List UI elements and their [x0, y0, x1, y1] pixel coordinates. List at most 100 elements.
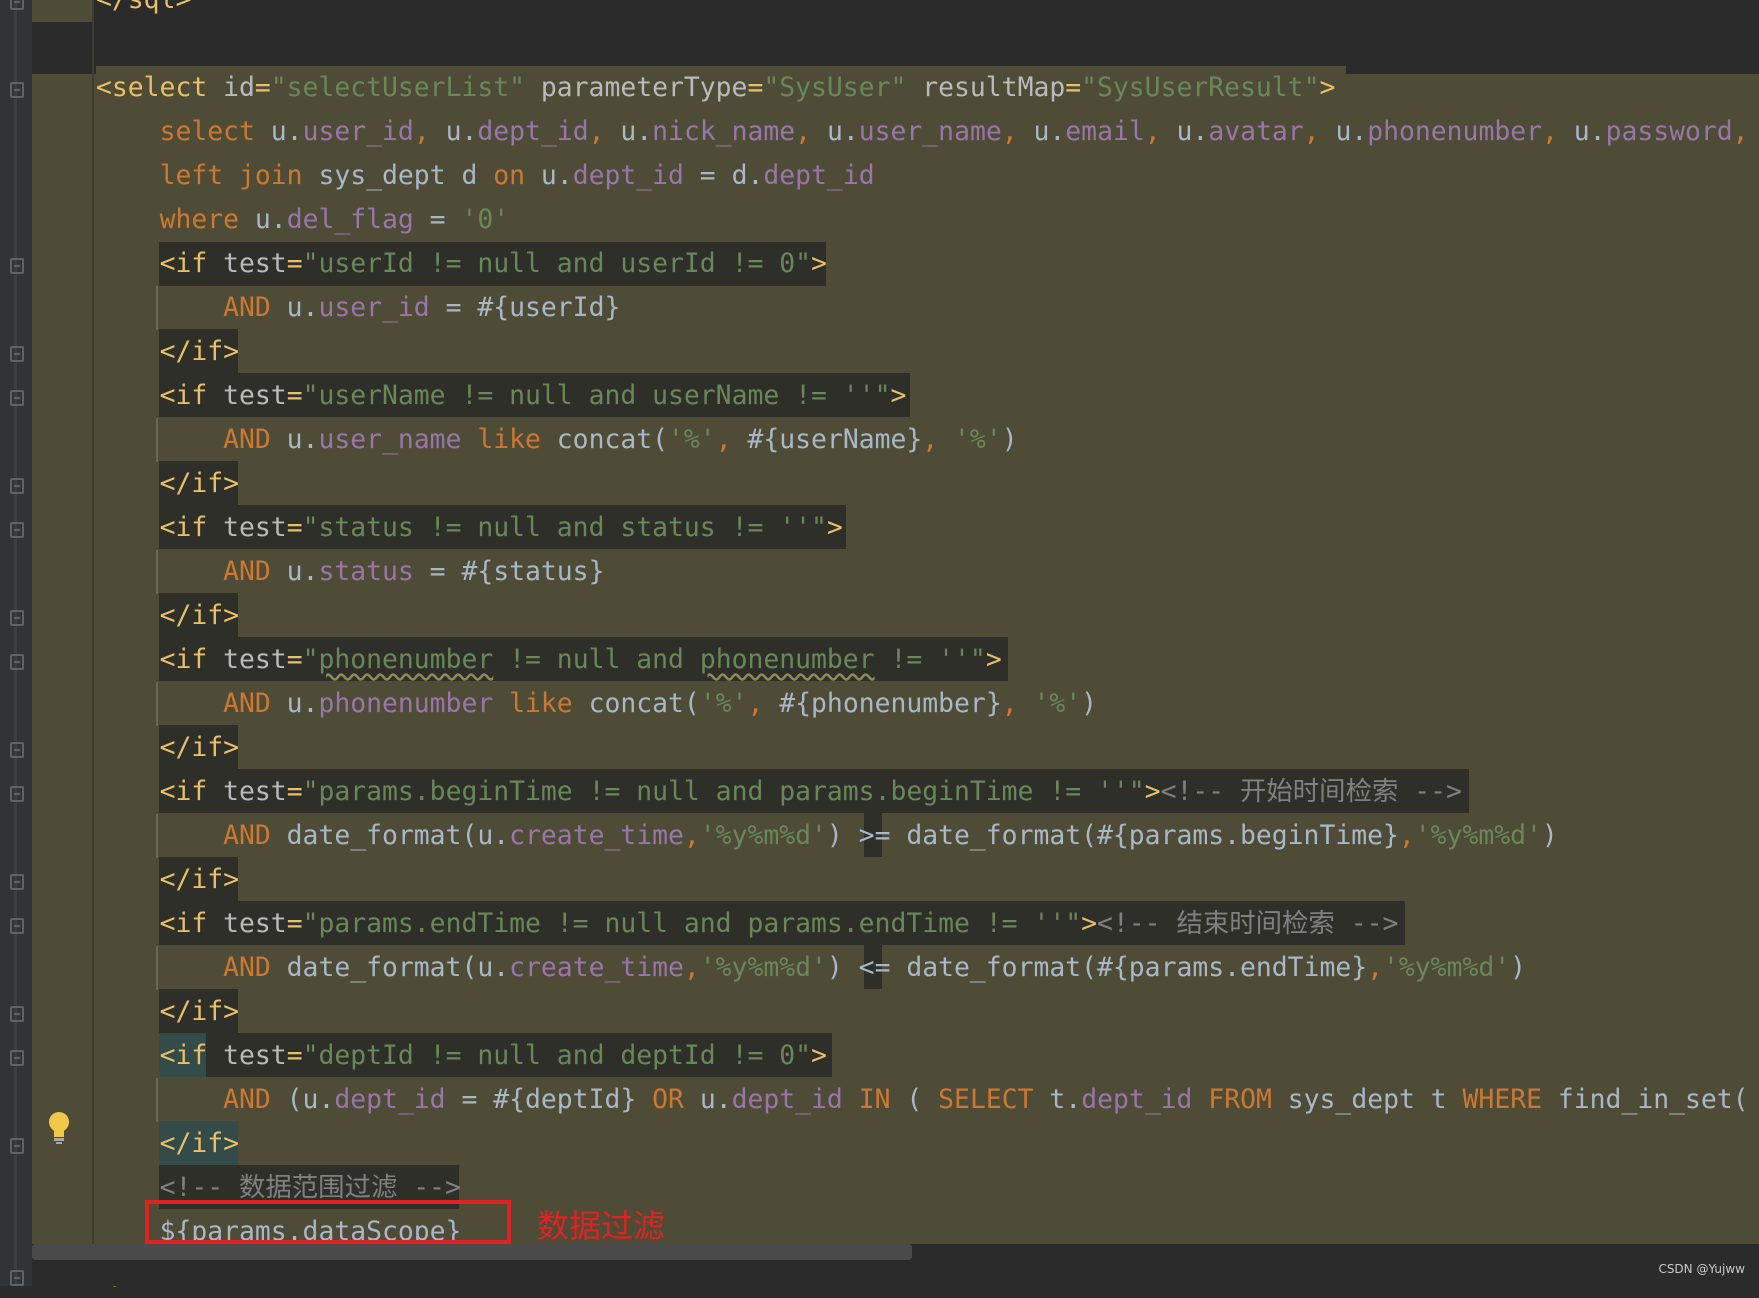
- token-kw: ,: [922, 424, 955, 455]
- code-line[interactable]: </if>: [96, 330, 239, 374]
- horizontal-scrollbar-thumb[interactable]: [32, 1244, 912, 1260]
- lightbulb-icon[interactable]: [47, 1111, 71, 1145]
- fold-marker-icon[interactable]: [10, 918, 24, 934]
- fold-marker-icon[interactable]: [10, 1050, 24, 1066]
- token-attr: test: [223, 1040, 287, 1071]
- token-tag: =: [747, 72, 764, 103]
- token-field: email: [1065, 116, 1145, 147]
- token-kw: select: [159, 116, 271, 147]
- token-str: '%': [668, 424, 716, 455]
- token-id: (u.: [286, 1084, 335, 1115]
- token-id: u.: [826, 116, 859, 147]
- code-line[interactable]: </if>: [96, 726, 239, 770]
- token-id: ) >= date_format(#{params.beginTime}: [826, 820, 1399, 851]
- fold-marker-icon[interactable]: [10, 874, 24, 890]
- token-kw: AND: [223, 688, 287, 719]
- token-field: nick_name: [652, 116, 796, 147]
- token-comment: <!-- 开始时间检索 -->: [1160, 776, 1462, 807]
- annotation-label: 数据过滤: [537, 1207, 666, 1245]
- token-kw: ,: [1732, 116, 1749, 147]
- fold-marker-icon[interactable]: [10, 390, 24, 406]
- token-tag: <if: [159, 776, 224, 807]
- fold-marker-icon[interactable]: [10, 346, 24, 362]
- fold-marker-icon[interactable]: [10, 610, 24, 626]
- code-line[interactable]: <if test="params.endTime != null and par…: [96, 902, 1399, 946]
- token-kw: AND: [223, 556, 287, 587]
- fold-marker-icon[interactable]: [10, 522, 24, 538]
- token-id: #{userName}: [747, 424, 923, 455]
- fold-marker-icon[interactable]: [10, 258, 24, 274]
- code-line[interactable]: <if test="status != null and status != '…: [96, 506, 843, 550]
- fold-marker-icon[interactable]: [10, 82, 24, 98]
- code-line[interactable]: select u.user_id, u.dept_id, u.nick_name…: [96, 110, 1749, 154]
- code-line[interactable]: AND date_format(u.create_time,'%y%m%d') …: [96, 814, 1558, 858]
- token-tag: =: [286, 644, 303, 675]
- token-field: status: [318, 556, 414, 587]
- token-id: t.: [1049, 1084, 1082, 1115]
- token-kw: OR: [652, 1084, 700, 1115]
- token-field: create_time: [509, 820, 684, 851]
- token-val-typo: phonenumber: [318, 644, 494, 675]
- code-line[interactable]: AND u.phonenumber like concat('%', #{pho…: [96, 682, 1097, 726]
- code-line[interactable]: where u.del_flag = '0': [96, 198, 510, 242]
- token-id: = d.: [683, 160, 764, 191]
- token-kw: AND: [223, 292, 287, 323]
- code-line[interactable]: </sql>: [96, 0, 191, 22]
- fold-marker-icon[interactable]: [10, 1006, 24, 1022]
- code-line[interactable]: </if>: [96, 990, 239, 1034]
- code-line[interactable]: AND (u.dept_id = #{deptId} OR u.dept_id …: [96, 1078, 1748, 1122]
- token-str: '%y%m%d': [699, 952, 827, 983]
- token-id: sys_dept t: [1287, 1084, 1463, 1115]
- token-id: u.: [286, 556, 319, 587]
- code-line[interactable]: </if>: [96, 858, 239, 902]
- code-line[interactable]: <if test="userName != null and userName …: [96, 374, 907, 418]
- token-kw: ,: [1001, 116, 1034, 147]
- code-line[interactable]: <if test="phonenumber != null and phonen…: [96, 638, 1002, 682]
- code-line[interactable]: </if>: [96, 462, 239, 506]
- token-id: u.: [1573, 116, 1606, 147]
- token-field: phonenumber: [318, 688, 510, 719]
- code-line[interactable]: AND date_format(u.create_time,'%y%m%d') …: [96, 946, 1526, 990]
- code-line[interactable]: <select id="selectUserList" parameterTyp…: [96, 66, 1335, 110]
- token-kw: ,: [588, 116, 621, 147]
- fold-marker-icon[interactable]: [10, 1138, 24, 1154]
- token-tag: =: [286, 1040, 303, 1071]
- token-kw: AND: [223, 1084, 287, 1115]
- fold-marker-icon[interactable]: [10, 478, 24, 494]
- fold-marker-icon[interactable]: [10, 1270, 24, 1286]
- code-line[interactable]: </if>: [96, 594, 239, 638]
- token-tag: </if>: [159, 600, 240, 631]
- code-line[interactable]: left join sys_dept d on u.dept_id = d.de…: [96, 154, 875, 198]
- code-line[interactable]: <if test="params.beginTime != null and p…: [96, 770, 1462, 814]
- token-tag: </if>: [159, 468, 240, 499]
- code-line[interactable]: AND u.user_id = #{userId}: [96, 286, 620, 330]
- token-kw: on: [493, 160, 541, 191]
- fold-marker-icon[interactable]: [10, 0, 24, 10]
- code-line[interactable]: AND u.user_name like concat('%', #{userN…: [96, 418, 1018, 462]
- token-kw: IN: [842, 1084, 907, 1115]
- token-tag: <if: [159, 908, 224, 939]
- token-kw: like: [509, 688, 589, 719]
- token-id: u.: [445, 116, 478, 147]
- code-line[interactable]: <if test="userId != null and userId != 0…: [96, 242, 827, 286]
- token-kw: ,: [1303, 116, 1336, 147]
- token-tag: <select: [96, 72, 224, 103]
- token-kw: ,: [1001, 688, 1034, 719]
- code-line[interactable]: AND u.status = #{status}: [96, 550, 604, 594]
- token-val-typo: phonenumber: [699, 644, 875, 675]
- code-editor[interactable]: </sql> <select id="selectUserList" parame…: [0, 0, 1759, 1291]
- token-val: "SysUserResult": [1081, 72, 1320, 103]
- fold-marker-icon[interactable]: [10, 654, 24, 670]
- fold-marker-icon[interactable]: [10, 742, 24, 758]
- fold-marker-icon[interactable]: [10, 786, 24, 802]
- token-kw: ,: [715, 424, 748, 455]
- code-line[interactable]: <if test="deptId != null and deptId != 0…: [96, 1034, 827, 1078]
- code-line[interactable]: </if>: [96, 1122, 239, 1166]
